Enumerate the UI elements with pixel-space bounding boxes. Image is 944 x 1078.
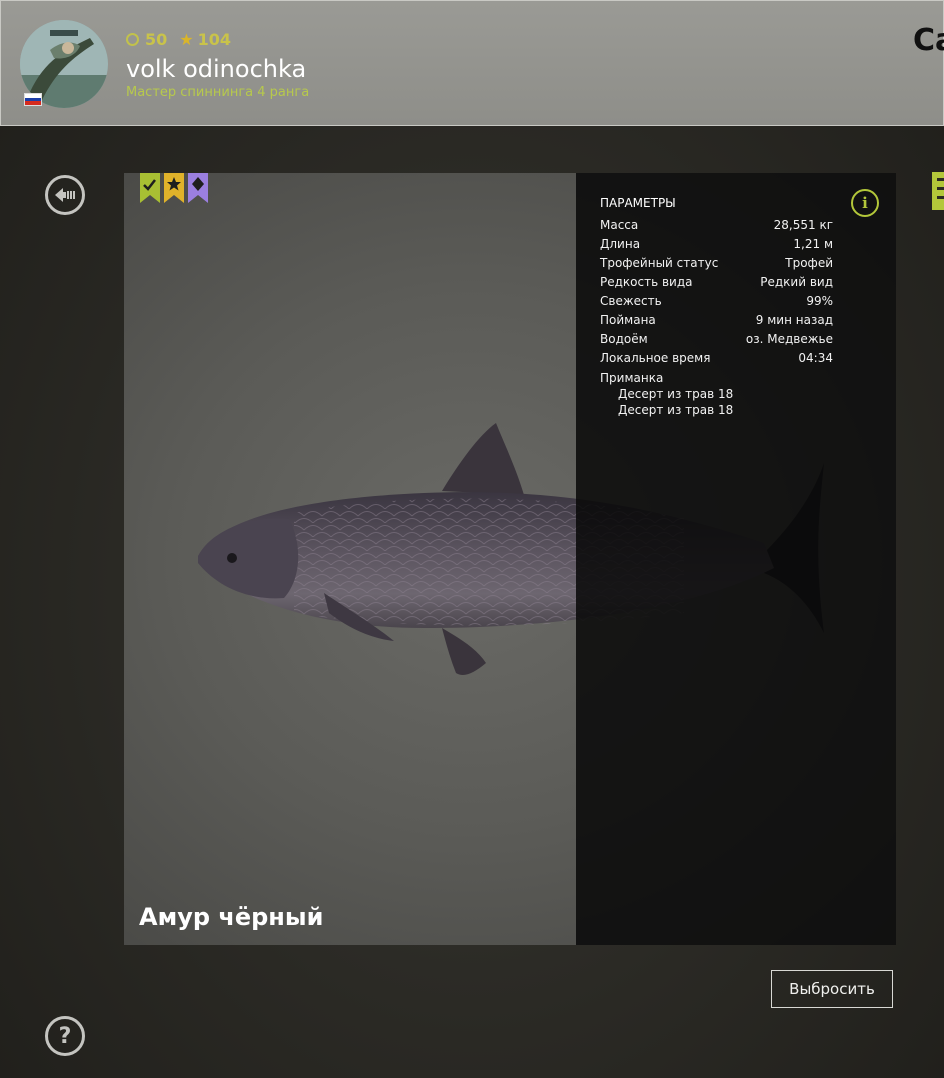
param-row-mass: Масса 28,551 кг	[600, 218, 833, 237]
param-label: Локальное время	[600, 351, 711, 365]
bait-label: Приманка	[600, 371, 664, 385]
side-menu-tab[interactable]	[932, 172, 944, 210]
diamond-ribbon	[188, 173, 208, 203]
param-label: Редкость вида	[600, 275, 693, 289]
coin-icon	[126, 33, 139, 46]
menu-line-icon	[937, 178, 944, 181]
param-row-length: Длина 1,21 м	[600, 237, 833, 256]
param-value: 1,21 м	[793, 237, 833, 251]
param-label: Масса	[600, 218, 639, 232]
back-arrow-icon	[55, 188, 75, 202]
parameters-panel: ПАРАМЕТРЫ i Масса 28,551 кг Длина 1,21 м…	[576, 173, 896, 945]
check-ribbon	[140, 173, 160, 203]
param-label: Водоём	[600, 332, 648, 346]
country-flag-icon	[24, 93, 42, 106]
stars-value: 104	[197, 30, 232, 49]
star-ribbon	[164, 173, 184, 203]
discard-button[interactable]: Выбросить	[771, 970, 893, 1008]
flag-stripe-red	[25, 101, 41, 106]
param-row-freshness: Свежесть 99%	[600, 294, 833, 313]
star-icon: ★	[179, 30, 194, 49]
diamond-icon	[188, 173, 208, 203]
player-rank: Мастер спиннинга 4 ранга	[126, 85, 310, 100]
fish-name: Амур чёрный	[139, 903, 324, 931]
star-icon	[164, 173, 184, 203]
coins-value: 50	[145, 30, 168, 49]
fish-card: ПАРАМЕТРЫ i Масса 28,551 кг Длина 1,21 м…	[124, 173, 896, 945]
param-label: Свежесть	[600, 294, 662, 308]
profile-header: 50 ★ 104 volk odinochka Мастер спиннинга…	[0, 0, 944, 126]
param-value: оз. Медвежье	[745, 332, 833, 346]
check-icon	[140, 173, 160, 203]
menu-line-icon	[937, 187, 944, 190]
username[interactable]: volk odinochka	[126, 55, 306, 83]
param-row-water: Водоём оз. Медвежье	[600, 332, 833, 351]
param-row-rarity: Редкость вида Редкий вид	[600, 275, 833, 294]
badge-ribbons	[140, 173, 208, 203]
param-value: 04:34	[798, 351, 833, 365]
question-icon: ?	[58, 1023, 72, 1049]
param-row-local-time: Локальное время 04:34	[600, 351, 833, 370]
param-value: 28,551 кг	[773, 218, 833, 232]
param-row-trophy: Трофейный статус Трофей	[600, 256, 833, 275]
params-title: ПАРАМЕТРЫ	[600, 196, 676, 210]
menu-line-icon	[937, 196, 944, 199]
bait-item: Десерт из трав 18	[618, 403, 734, 417]
param-label: Трофейный статус	[600, 256, 719, 270]
bait-item: Десерт из трав 18	[618, 387, 734, 401]
player-stats: 50 ★ 104	[126, 30, 231, 49]
back-button[interactable]	[45, 175, 85, 215]
param-row-caught: Поймана 9 мин назад	[600, 313, 833, 332]
info-icon[interactable]: i	[851, 189, 879, 217]
param-value: Трофей	[785, 256, 833, 270]
param-value: 99%	[806, 294, 833, 308]
param-label: Длина	[600, 237, 641, 251]
header-corner-text: Са	[913, 23, 944, 58]
help-button[interactable]: ?	[45, 1016, 85, 1056]
param-value: Редкий вид	[760, 275, 833, 289]
param-label: Поймана	[600, 313, 656, 327]
info-glyph: i	[862, 194, 868, 212]
param-value: 9 мин назад	[755, 313, 833, 327]
